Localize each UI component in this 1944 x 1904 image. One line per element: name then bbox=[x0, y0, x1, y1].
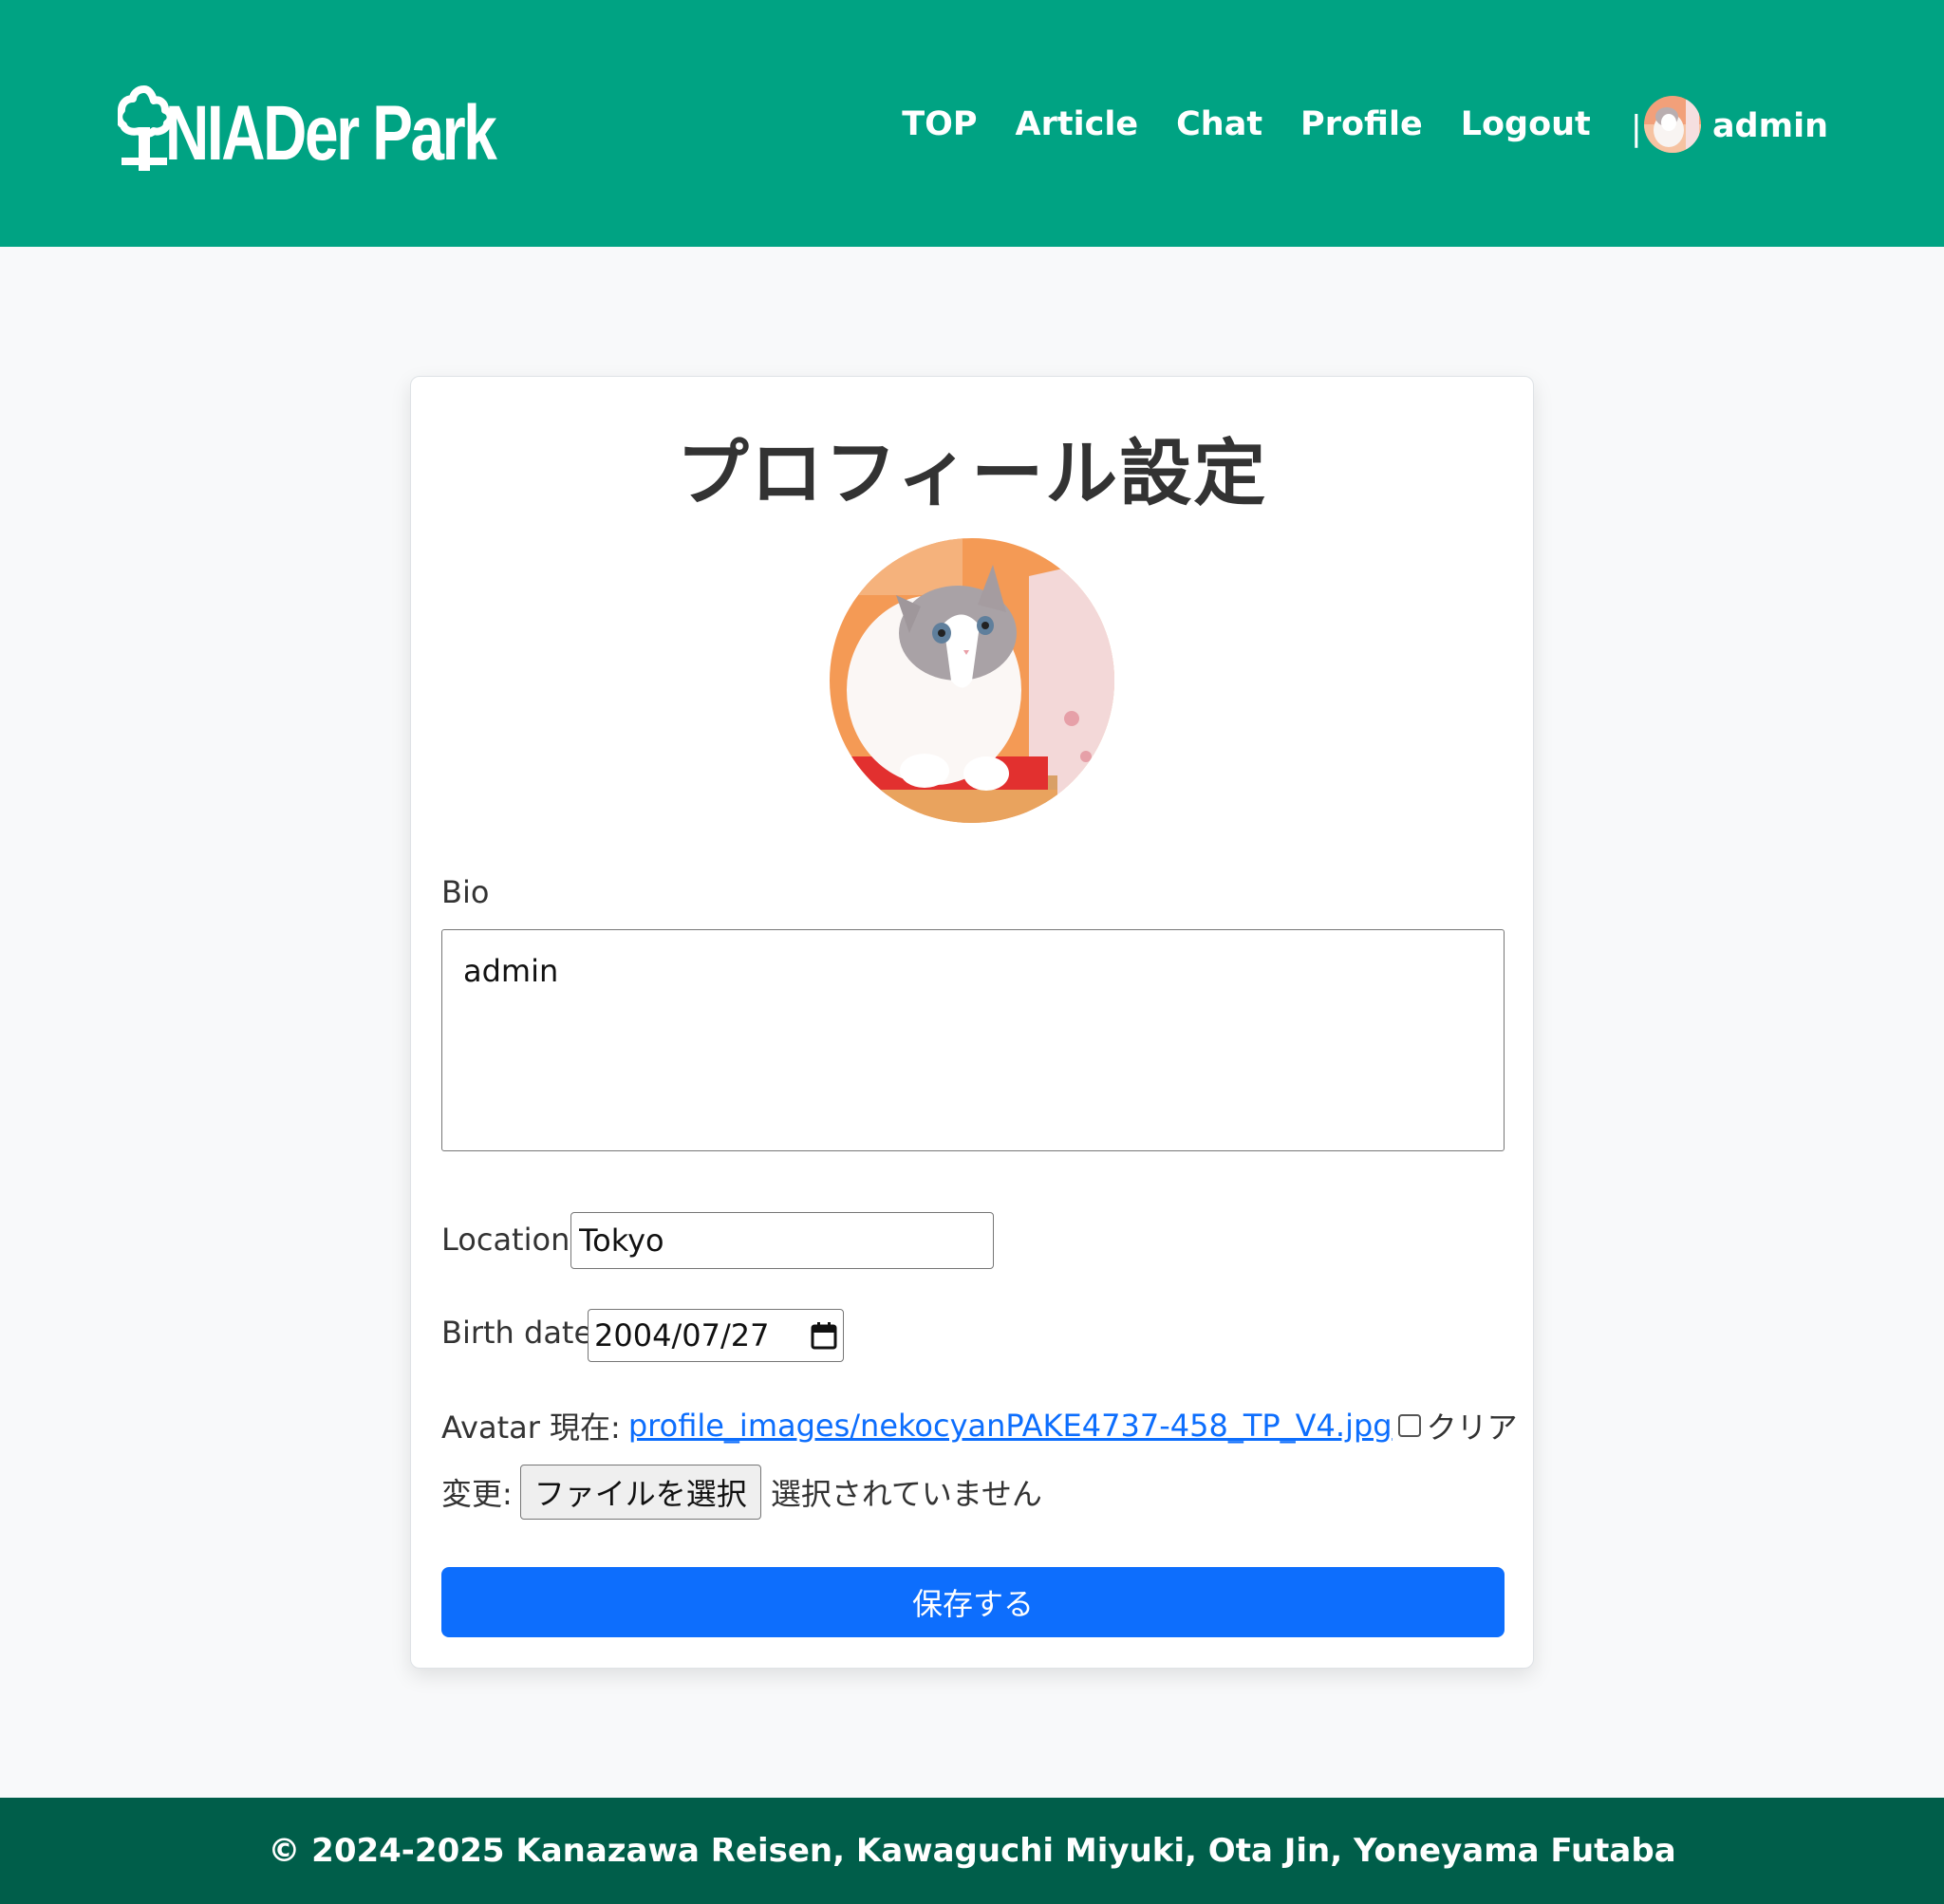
nav-logout[interactable]: Logout bbox=[1461, 105, 1591, 143]
site-footer: © 2024-2025 Kanazawa Reisen, Kawaguchi M… bbox=[0, 1798, 1944, 1904]
profile-settings-card: プロフィール設定 Bio admin Location Tokyo Birth … bbox=[410, 376, 1534, 1669]
footer-copyright: © 2024-2025 Kanazawa Reisen, Kawaguchi M… bbox=[268, 1832, 1676, 1870]
avatar-change-row: 変更: ファイルを選択 選択されていません bbox=[441, 1465, 1042, 1520]
profile-avatar-image bbox=[830, 538, 1114, 823]
page-title: プロフィール設定 bbox=[676, 431, 1268, 515]
bio-textarea[interactable]: admin bbox=[441, 929, 1505, 1151]
nav-separator: | bbox=[1630, 108, 1642, 148]
nav-profile[interactable]: Profile bbox=[1300, 105, 1423, 143]
choose-file-button[interactable]: ファイルを選択 bbox=[519, 1465, 761, 1520]
file-status-text: 選択されていません bbox=[770, 1476, 1042, 1512]
change-label: 変更: bbox=[441, 1476, 513, 1512]
nav-top[interactable]: TOP bbox=[902, 105, 977, 143]
nav-article[interactable]: Article bbox=[1016, 105, 1139, 143]
avatar-current-row: Avatar 現在: profile_images/nekocyanPAKE47… bbox=[441, 1404, 1518, 1447]
birth-date-input[interactable]: 2004/07/27 bbox=[588, 1309, 844, 1362]
birth-date-value: 2004/07/27 bbox=[594, 1317, 770, 1353]
calendar-icon[interactable] bbox=[811, 1321, 837, 1350]
main-nav: TOP Article Chat Profile Logout | admin bbox=[864, 93, 1828, 156]
user-name[interactable]: admin bbox=[1712, 107, 1828, 145]
birth-date-label: Birth date bbox=[441, 1315, 593, 1351]
bio-label: Bio bbox=[441, 874, 490, 910]
location-label: Location bbox=[441, 1222, 570, 1258]
site-header: NIADer Park TOP Article Chat Profile Log… bbox=[0, 0, 1944, 247]
clear-checkbox[interactable] bbox=[1397, 1414, 1421, 1437]
avatar-file-link[interactable]: profile_images/nekocyanPAKE4737-458_TP_V… bbox=[628, 1408, 1393, 1444]
location-input[interactable] bbox=[570, 1212, 994, 1269]
save-button[interactable]: 保存する bbox=[441, 1567, 1505, 1637]
clear-label[interactable]: クリア bbox=[1427, 1404, 1518, 1447]
user-avatar-mini[interactable] bbox=[1643, 96, 1701, 153]
avatar-label: Avatar 現在: bbox=[441, 1409, 621, 1446]
logo-text: NIADer Park bbox=[165, 90, 497, 177]
tree-logo-icon bbox=[118, 85, 171, 171]
nav-chat[interactable]: Chat bbox=[1176, 105, 1262, 143]
site-logo[interactable]: NIADer Park bbox=[118, 78, 589, 173]
